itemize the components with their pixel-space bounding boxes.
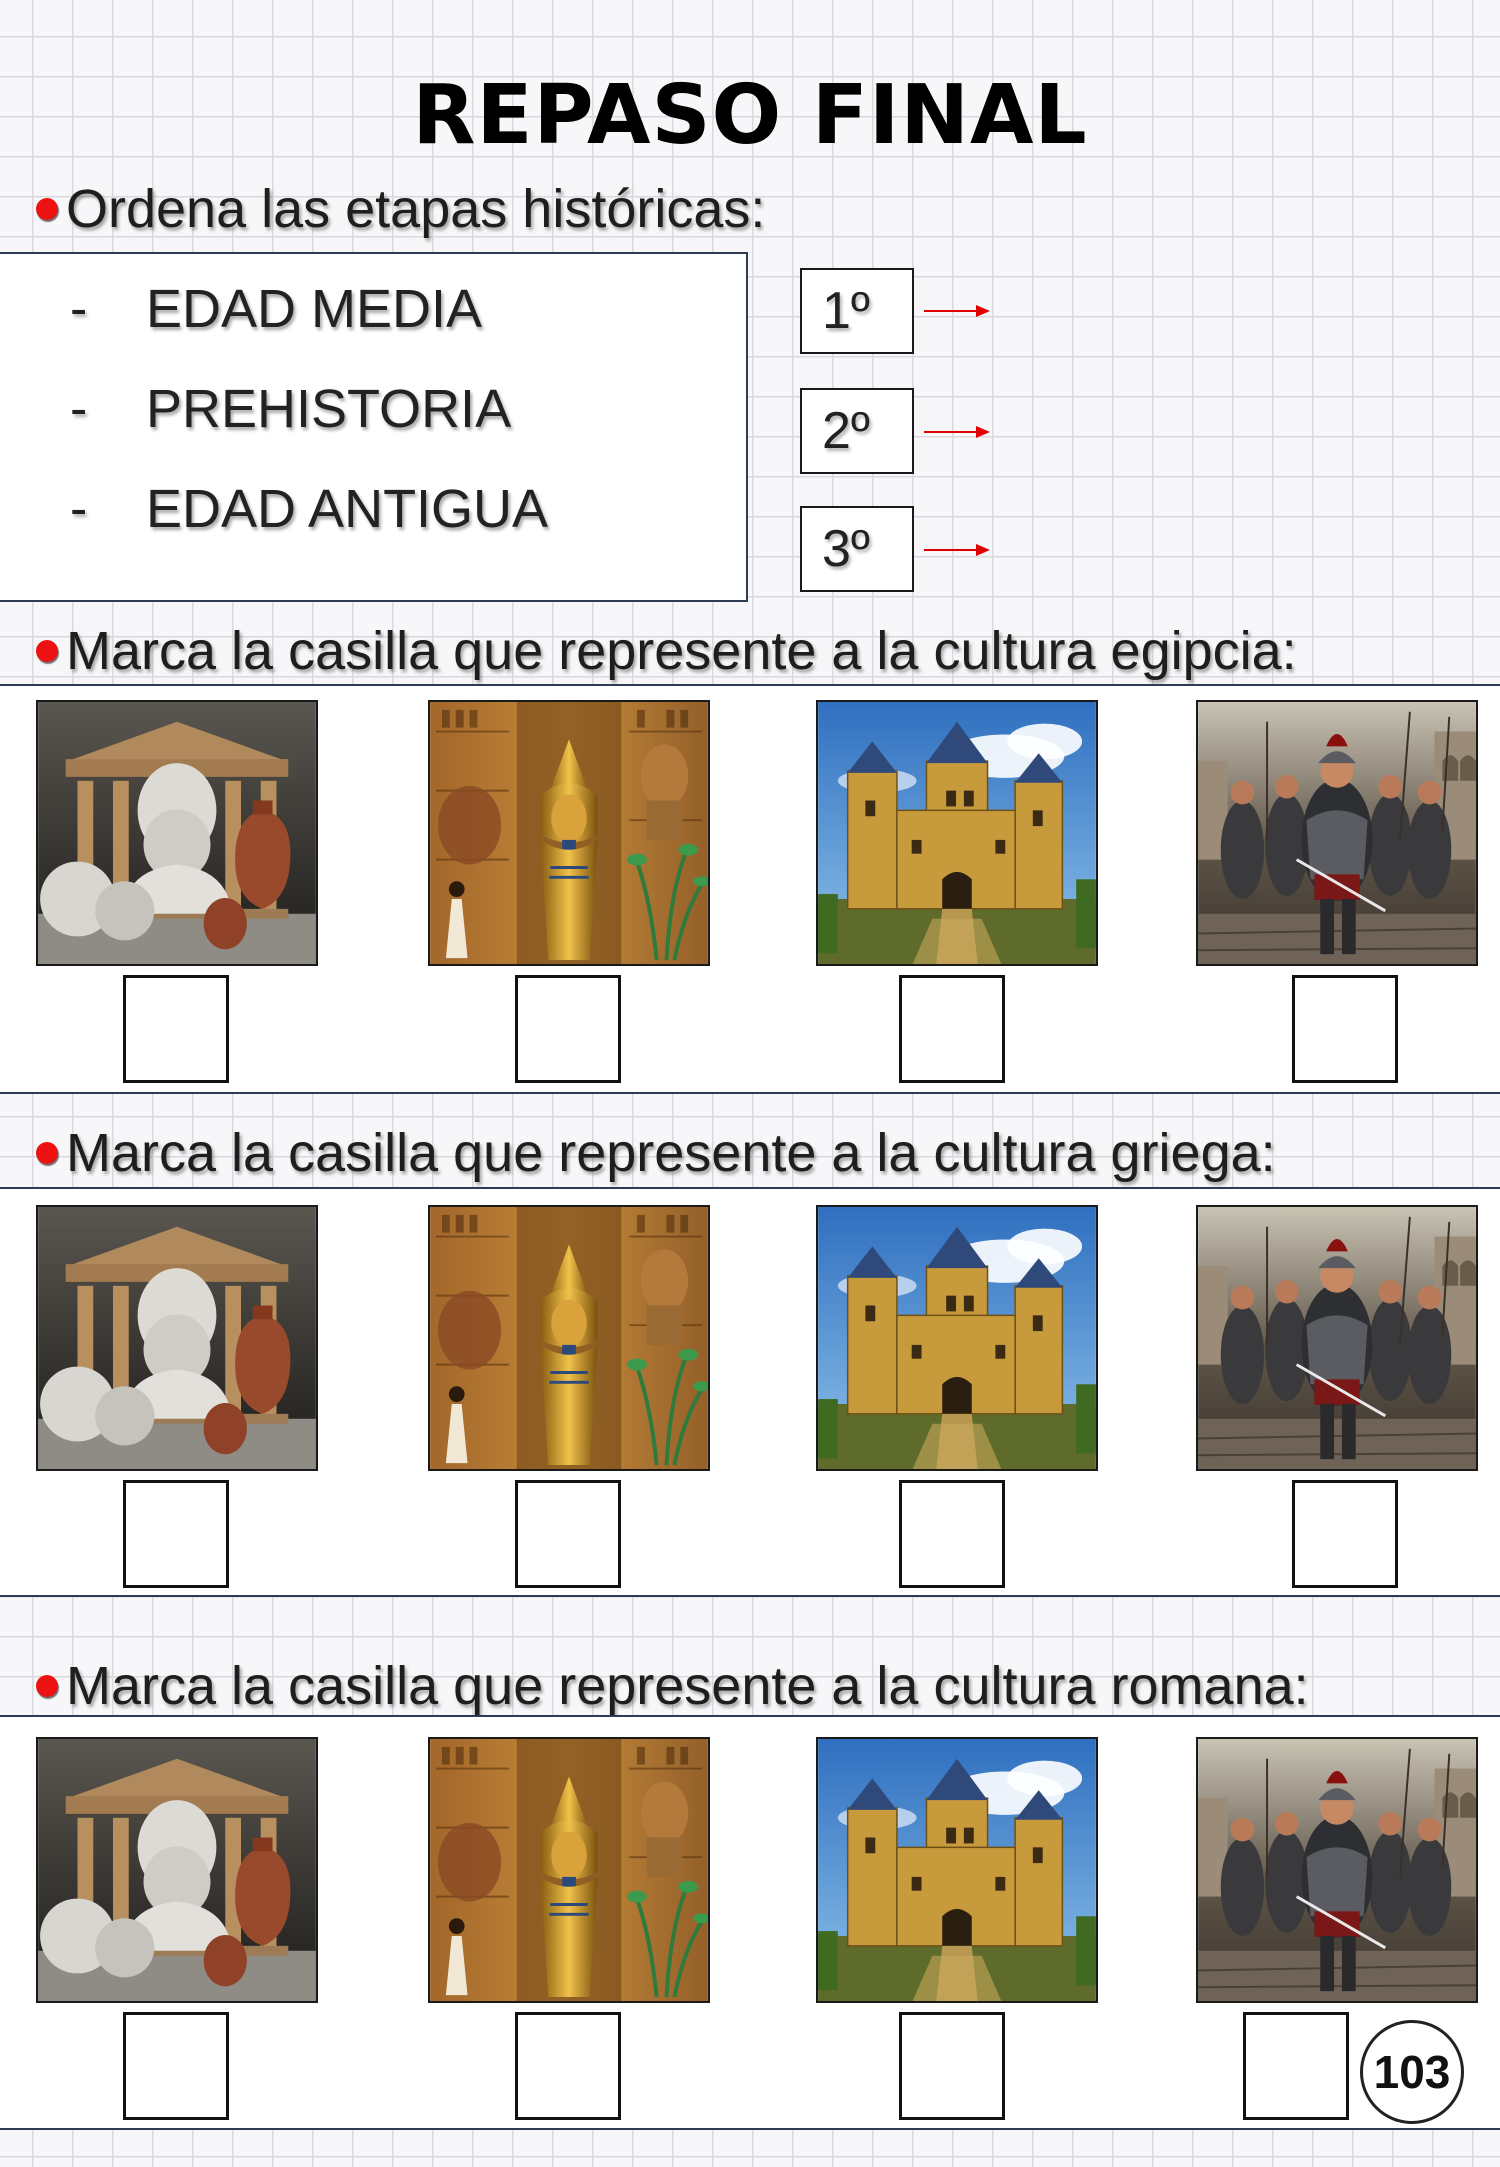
medieval-castle-image — [816, 1205, 1098, 1471]
instruction-greek: Marca la casilla que represente a la cul… — [66, 1123, 1276, 1183]
checkbox-greek-1[interactable] — [123, 1480, 229, 1588]
arrow-right-icon — [924, 426, 990, 438]
medieval-castle-image — [816, 700, 1098, 966]
greek-temple-bust-image — [36, 1205, 318, 1471]
roman-legionaries-image — [1196, 1205, 1478, 1471]
checkbox-roman-4[interactable] — [1243, 2012, 1349, 2120]
greek-temple-bust-image — [36, 1737, 318, 2003]
checkbox-egypt-4[interactable] — [1292, 975, 1398, 1083]
stage-dash: - — [70, 380, 88, 438]
roman-legionaries-image — [1196, 1737, 1478, 2003]
page-number-badge: 103 — [1360, 2020, 1464, 2124]
egyptian-pharaoh-sarcophagus-image — [428, 700, 710, 966]
checkbox-greek-4[interactable] — [1292, 1480, 1398, 1588]
checkbox-roman-2[interactable] — [515, 2012, 621, 2120]
red-bullet-icon — [36, 640, 58, 662]
page-title: REPASO FINAL — [412, 68, 1088, 163]
roman-legionaries-image — [1196, 700, 1478, 966]
egyptian-pharaoh-sarcophagus-image — [428, 1205, 710, 1471]
red-bullet-icon — [36, 1675, 58, 1697]
instruction-greek-line: Marca la casilla que represente a la cul… — [36, 1122, 1276, 1184]
instruction-egypt: Marca la casilla que represente a la cul… — [66, 621, 1297, 681]
checkbox-roman-1[interactable] — [123, 2012, 229, 2120]
red-bullet-icon — [36, 198, 58, 220]
instruction-order-line: Ordena las etapas históricas: — [36, 178, 765, 240]
egyptian-pharaoh-sarcophagus-image — [428, 1737, 710, 2003]
checkbox-egypt-2[interactable] — [515, 975, 621, 1083]
stage-item: - EDAD ANTIGUA — [70, 478, 548, 540]
stage-label: EDAD MEDIA — [146, 279, 483, 339]
checkbox-roman-3[interactable] — [899, 2012, 1005, 2120]
checkbox-greek-2[interactable] — [515, 1480, 621, 1588]
checkbox-egypt-3[interactable] — [899, 975, 1005, 1083]
stage-item: - PREHISTORIA — [70, 378, 511, 440]
stage-item: - EDAD MEDIA — [70, 278, 482, 340]
instruction-roman: Marca la casilla que represente a la cul… — [66, 1656, 1309, 1716]
ordinal-box-2: 2º — [800, 388, 914, 474]
ordinal-box-3: 3º — [800, 506, 914, 592]
arrow-right-icon — [924, 544, 990, 556]
ordinal-box-1: 1º — [800, 268, 914, 354]
greek-temple-bust-image — [36, 700, 318, 966]
instruction-egypt-line: Marca la casilla que represente a la cul… — [36, 620, 1297, 682]
arrow-right-icon — [924, 305, 990, 317]
stage-dash: - — [70, 280, 88, 338]
red-bullet-icon — [36, 1142, 58, 1164]
checkbox-greek-3[interactable] — [899, 1480, 1005, 1588]
instruction-roman-line: Marca la casilla que represente a la cul… — [36, 1655, 1309, 1717]
stage-label: EDAD ANTIGUA — [146, 479, 549, 539]
instruction-order: Ordena las etapas históricas: — [66, 179, 766, 239]
stage-label: PREHISTORIA — [146, 379, 512, 439]
medieval-castle-image — [816, 1737, 1098, 2003]
checkbox-egypt-1[interactable] — [123, 975, 229, 1083]
stage-dash: - — [70, 480, 88, 538]
